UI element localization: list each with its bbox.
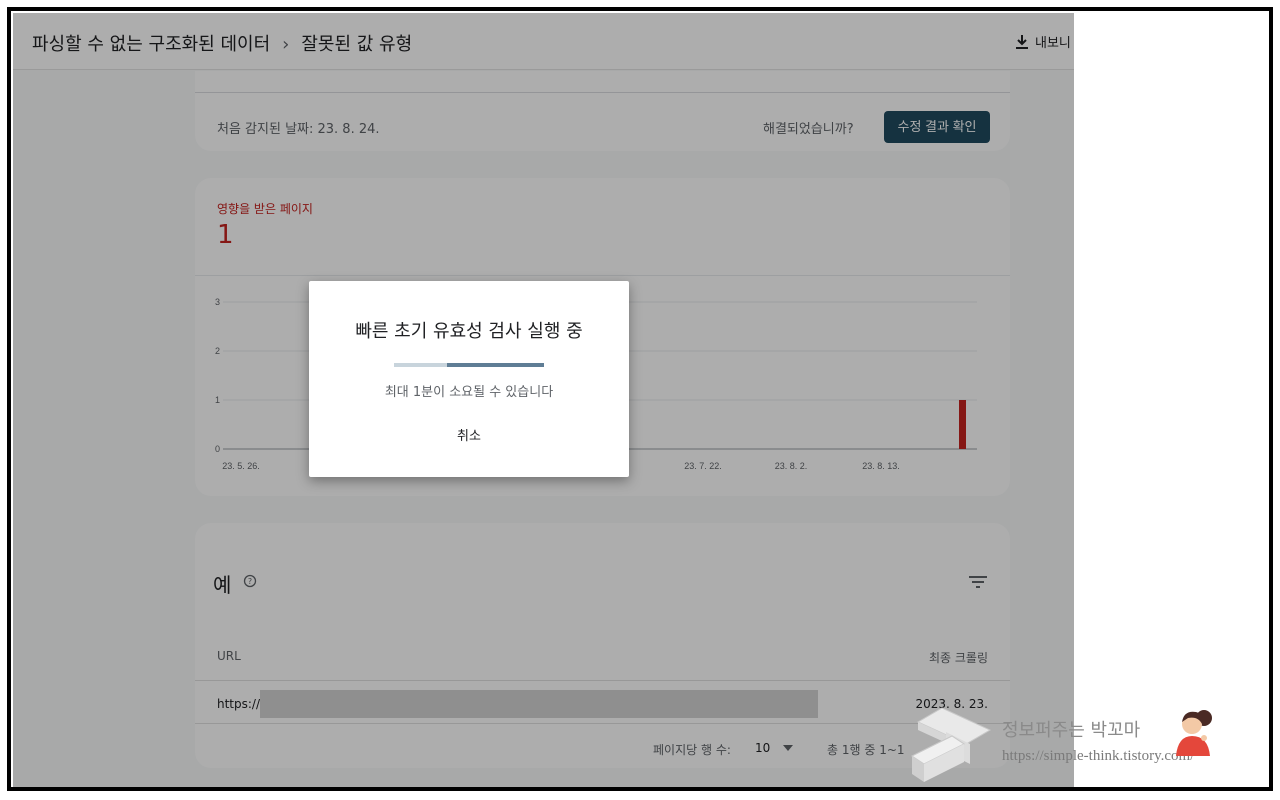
dialog-title: 빠른 초기 유효성 검사 실행 중	[355, 321, 583, 342]
progress-bar	[394, 363, 544, 367]
dialog-message: 최대 1분이 소요될 수 있습니다	[384, 385, 554, 400]
progress-fill	[447, 363, 544, 367]
watermark-url: https://simple-think.tistory.com/	[1002, 748, 1195, 764]
blog-logo-icon	[911, 707, 992, 782]
screenshot-frame: 파싱할 수 없는 구조화된 데이터 › 잘못된 값 유형 내보니 처음 감지된 날짜…	[7, 7, 1273, 791]
watermark-title: 정보퍼주는 박꼬마	[1002, 720, 1141, 741]
watermark: 정보퍼주는 박꼬마 https://simple-think.tistory.c…	[906, 700, 1266, 788]
avatar-illustration-icon	[1176, 710, 1212, 756]
validation-dialog: 빠른 초기 유효성 검사 실행 중 최대 1분이 소요될 수 있습니다 취소	[309, 281, 629, 477]
cancel-button[interactable]: 취소	[439, 424, 499, 448]
search-console-app: 파싱할 수 없는 구조화된 데이터 › 잘못된 값 유형 내보니 처음 감지된 날짜…	[13, 13, 1074, 788]
